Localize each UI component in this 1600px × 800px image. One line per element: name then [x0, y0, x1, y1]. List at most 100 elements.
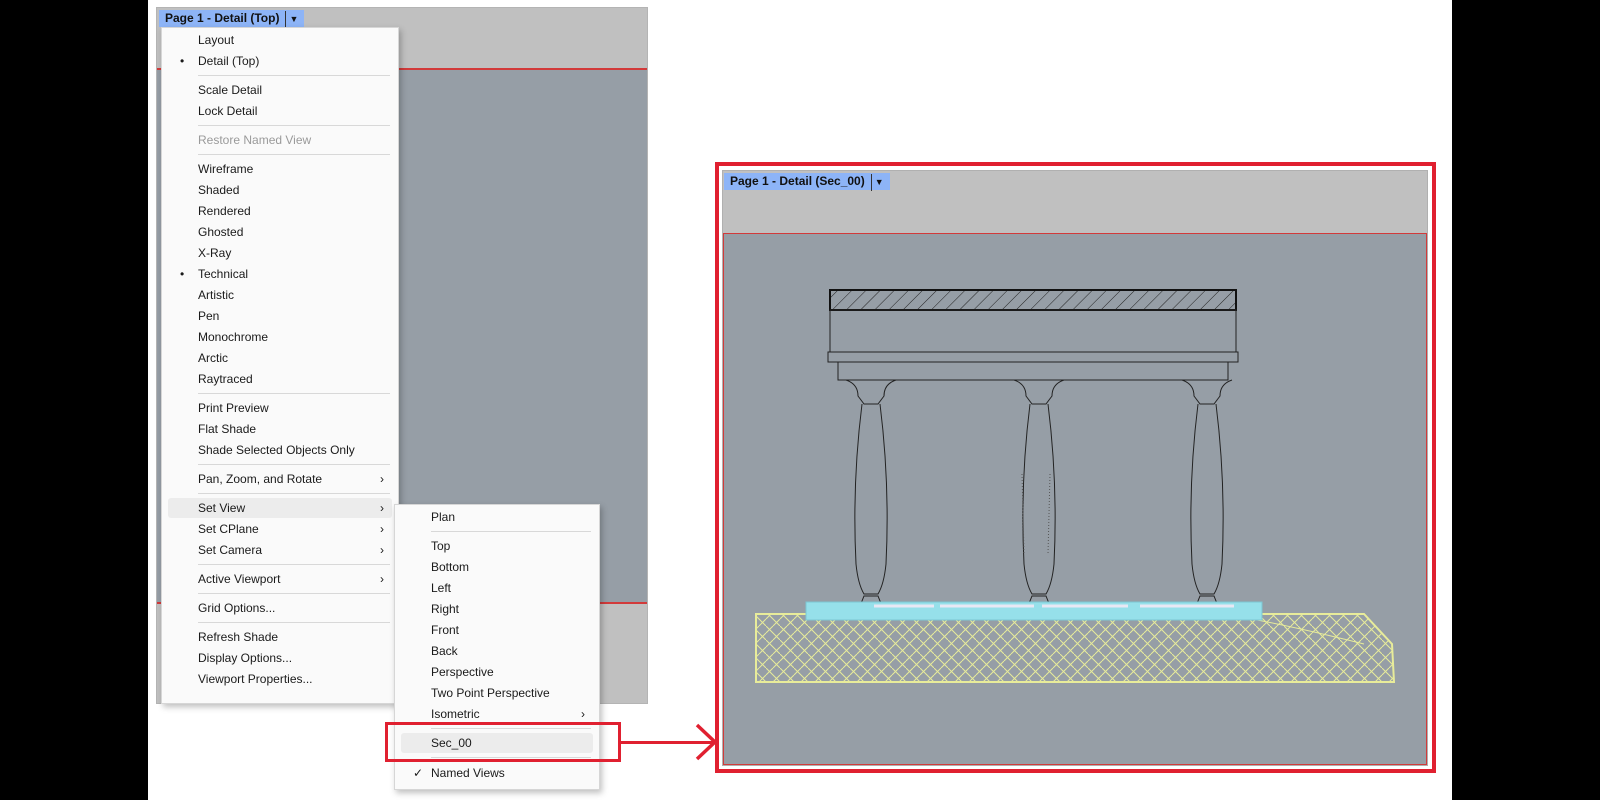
submenu-item-right[interactable]: Right	[401, 599, 593, 619]
menu-separator	[198, 493, 390, 494]
menu-item-label: Scale Detail	[198, 83, 263, 97]
submenu-item-left[interactable]: Left	[401, 578, 593, 598]
bullet-icon: •	[180, 267, 185, 281]
submenu-item-front[interactable]: Front	[401, 620, 593, 640]
menu-item-set-camera[interactable]: Set Camera ›	[168, 540, 392, 560]
menu-separator	[198, 564, 390, 565]
menu-item-label: Detail (Top)	[198, 54, 260, 68]
chevron-right-icon: ›	[380, 472, 384, 486]
submenu-item-label: Left	[431, 581, 452, 595]
menu-item-label: Set CPlane	[198, 522, 259, 536]
menu-item-raytraced[interactable]: Raytraced	[168, 369, 392, 389]
submenu-item-label: Front	[431, 623, 460, 637]
submenu-item-bottom[interactable]: Bottom	[401, 557, 593, 577]
menu-item-monochrome[interactable]: Monochrome	[168, 327, 392, 347]
menu-item-restore-named-view: Restore Named View	[168, 130, 392, 150]
submenu-item-top[interactable]: Top	[401, 536, 593, 556]
submenu-item-label: Named Views	[431, 766, 505, 780]
chevron-down-icon[interactable]: ▼	[870, 174, 884, 191]
menu-item-lock-detail[interactable]: Lock Detail	[168, 101, 392, 121]
menu-item-label: Set View	[198, 501, 246, 515]
right-viewport[interactable]: Page 1 - Detail (Sec_00) ▼	[722, 170, 1428, 766]
leg-center	[1013, 379, 1065, 607]
menu-item-rendered[interactable]: Rendered	[168, 201, 392, 221]
bullet-icon: •	[180, 54, 185, 68]
right-letterbox	[1452, 0, 1600, 800]
viewport-title: Page 1 - Detail (Sec_00)	[730, 174, 865, 188]
menu-item-active-viewport[interactable]: Active Viewport ›	[168, 569, 392, 589]
submenu-item-label: Right	[431, 602, 460, 616]
tabletop-hatch	[829, 289, 1237, 311]
menu-item-wireframe[interactable]: Wireframe	[168, 159, 392, 179]
leg-left	[845, 379, 897, 607]
menu-item-label: Grid Options...	[198, 601, 276, 615]
menu-item-flat-shade[interactable]: Flat Shade	[168, 419, 392, 439]
menu-item-layout[interactable]: Layout	[168, 30, 392, 50]
submenu-item-label: Two Point Perspective	[431, 686, 550, 700]
left-letterbox	[0, 0, 148, 800]
menu-item-set-view[interactable]: Set View ›	[168, 498, 392, 518]
menu-item-ghosted[interactable]: Ghosted	[168, 222, 392, 242]
menu-item-artistic[interactable]: Artistic	[168, 285, 392, 305]
viewport-tab-right[interactable]: Page 1 - Detail (Sec_00) ▼	[724, 173, 890, 191]
menu-item-label: Ghosted	[198, 225, 244, 239]
menu-item-shade-selected[interactable]: Shade Selected Objects Only	[168, 440, 392, 460]
menu-item-label: Lock Detail	[198, 104, 258, 118]
menu-item-refresh-shade[interactable]: Refresh Shade	[168, 627, 392, 647]
menu-item-grid-options[interactable]: Grid Options...	[168, 598, 392, 618]
submenu-item-back[interactable]: Back	[401, 641, 593, 661]
chevron-down-icon[interactable]: ▼	[285, 11, 298, 28]
menu-item-viewport-properties[interactable]: Viewport Properties...	[168, 669, 392, 689]
menu-item-pan-zoom-rotate[interactable]: Pan, Zoom, and Rotate ›	[168, 469, 392, 489]
ground-section	[755, 613, 1396, 683]
submenu-item-label: Perspective	[431, 665, 494, 679]
menu-item-print-preview[interactable]: Print Preview	[168, 398, 392, 418]
menu-item-label: Artistic	[198, 288, 234, 302]
menu-item-pen[interactable]: Pen	[168, 306, 392, 326]
menu-separator	[198, 622, 390, 623]
menu-separator	[198, 125, 390, 126]
submenu-item-isometric[interactable]: Isometric ›	[401, 704, 593, 724]
menu-item-label: Layout	[198, 33, 235, 47]
menu-item-label: Refresh Shade	[198, 630, 279, 644]
section-drawing	[755, 289, 1396, 683]
menu-item-label: X-Ray	[198, 246, 232, 260]
menu-separator	[198, 75, 390, 76]
viewport-tab-left[interactable]: Page 1 - Detail (Top) ▼	[159, 10, 305, 28]
submenu-item-label: Top	[431, 539, 451, 553]
menu-item-shaded[interactable]: Shaded	[168, 180, 392, 200]
viewport-context-menu: Layout • Detail (Top) Scale Detail Lock D…	[161, 27, 399, 704]
submenu-item-two-point-perspective[interactable]: Two Point Perspective	[401, 683, 593, 703]
menu-item-display-options[interactable]: Display Options...	[168, 648, 392, 668]
menu-item-label: Display Options...	[198, 651, 293, 665]
chevron-right-icon: ›	[380, 522, 384, 536]
menu-item-set-cplane[interactable]: Set CPlane ›	[168, 519, 392, 539]
menu-item-arctic[interactable]: Arctic	[168, 348, 392, 368]
submenu-item-plan[interactable]: Plan	[401, 507, 593, 527]
submenu-item-perspective[interactable]: Perspective	[401, 662, 593, 682]
right-viewport-canvas[interactable]	[723, 233, 1427, 765]
menu-item-label: Pen	[198, 309, 220, 323]
menu-separator	[431, 531, 591, 532]
submenu-item-label: Plan	[431, 510, 456, 524]
menu-item-label: Arctic	[198, 351, 228, 365]
chevron-right-icon: ›	[581, 707, 585, 721]
menu-item-x-ray[interactable]: X-Ray	[168, 243, 392, 263]
submenu-item-label: Isometric	[431, 707, 480, 721]
menu-separator	[198, 154, 390, 155]
menu-item-label: Flat Shade	[198, 422, 257, 436]
menu-item-label: Technical	[198, 267, 249, 281]
menu-item-label: Active Viewport	[198, 572, 281, 586]
check-icon: ✓	[413, 766, 424, 780]
menu-item-technical[interactable]: • Technical	[168, 264, 392, 284]
viewport-title: Page 1 - Detail (Top)	[165, 11, 280, 25]
menu-separator	[198, 393, 390, 394]
menu-item-scale-detail[interactable]: Scale Detail	[168, 80, 392, 100]
menu-item-detail-top[interactable]: • Detail (Top)	[168, 51, 392, 71]
menu-item-label: Wireframe	[198, 162, 254, 176]
submenu-item-named-views[interactable]: ✓ Named Views	[401, 763, 593, 783]
menu-item-label: Raytraced	[198, 372, 253, 386]
leg-right	[1181, 379, 1233, 607]
menu-separator	[198, 593, 390, 594]
chevron-right-icon: ›	[380, 572, 384, 586]
